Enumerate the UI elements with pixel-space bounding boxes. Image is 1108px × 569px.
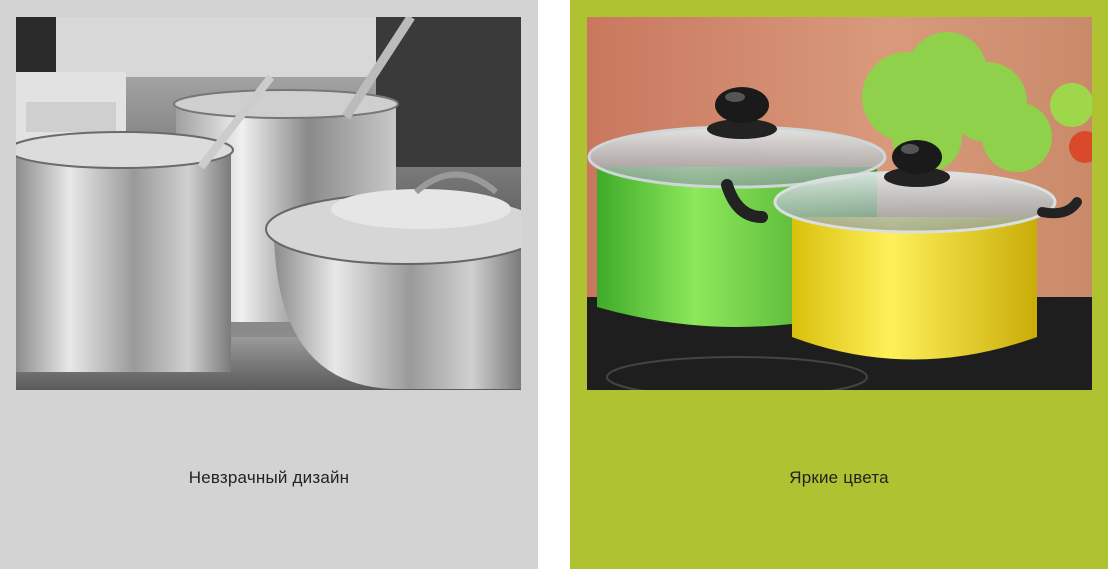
steel-pots-photo [16, 17, 521, 390]
caption-plain-design: Невзрачный дизайн [188, 468, 350, 487]
colorful-pots-photo [587, 17, 1092, 390]
comparison-panel-bright: Яркие цвета [570, 0, 1108, 569]
comparison-panel-plain: Невзрачный дизайн [0, 0, 538, 569]
caption-bright-colors: Яркие цвета [789, 468, 889, 487]
